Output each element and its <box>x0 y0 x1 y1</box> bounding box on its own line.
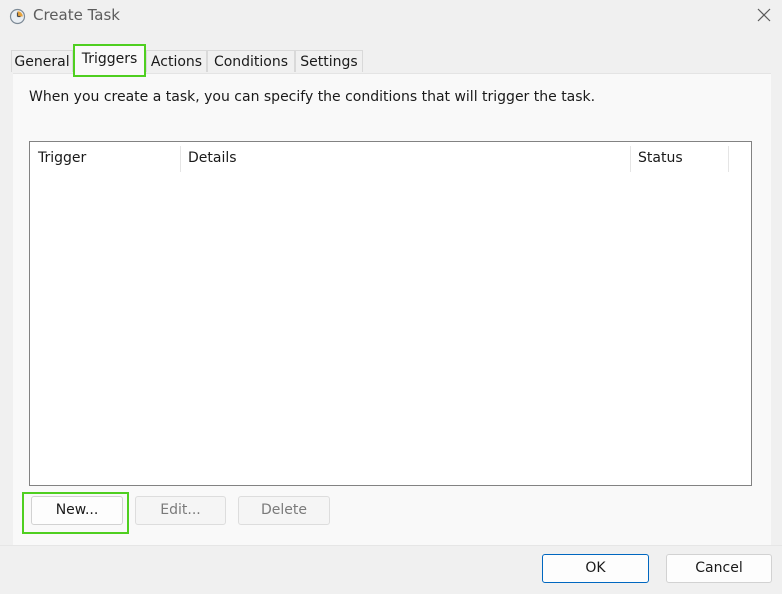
column-header-status[interactable]: Status <box>630 142 728 174</box>
tab-conditions[interactable]: Conditions <box>207 50 295 72</box>
ok-button[interactable]: OK <box>542 554 649 583</box>
instruction-text: When you create a task, you can specify … <box>29 89 596 105</box>
triggers-panel: When you create a task, you can specify … <box>13 73 771 545</box>
column-header-trigger[interactable]: Trigger <box>30 142 180 174</box>
title-bar: Create Task <box>0 0 782 32</box>
column-separator[interactable] <box>728 146 729 172</box>
tab-settings[interactable]: Settings <box>295 50 363 72</box>
new-button-highlight <box>22 492 129 534</box>
tab-actions[interactable]: Actions <box>146 50 207 72</box>
close-button[interactable] <box>750 3 778 27</box>
column-header-details[interactable]: Details <box>180 142 630 174</box>
cancel-button[interactable]: Cancel <box>666 554 772 583</box>
delete-trigger-button[interactable]: Delete <box>238 496 330 525</box>
triggers-tab-highlight <box>73 44 146 77</box>
footer-divider <box>0 545 782 546</box>
triggers-list[interactable]: Trigger Details Status <box>29 141 752 486</box>
tab-general[interactable]: General <box>11 50 73 72</box>
scheduler-clock-icon <box>9 8 26 25</box>
window-title: Create Task <box>33 6 120 24</box>
edit-trigger-button[interactable]: Edit... <box>135 496 226 525</box>
